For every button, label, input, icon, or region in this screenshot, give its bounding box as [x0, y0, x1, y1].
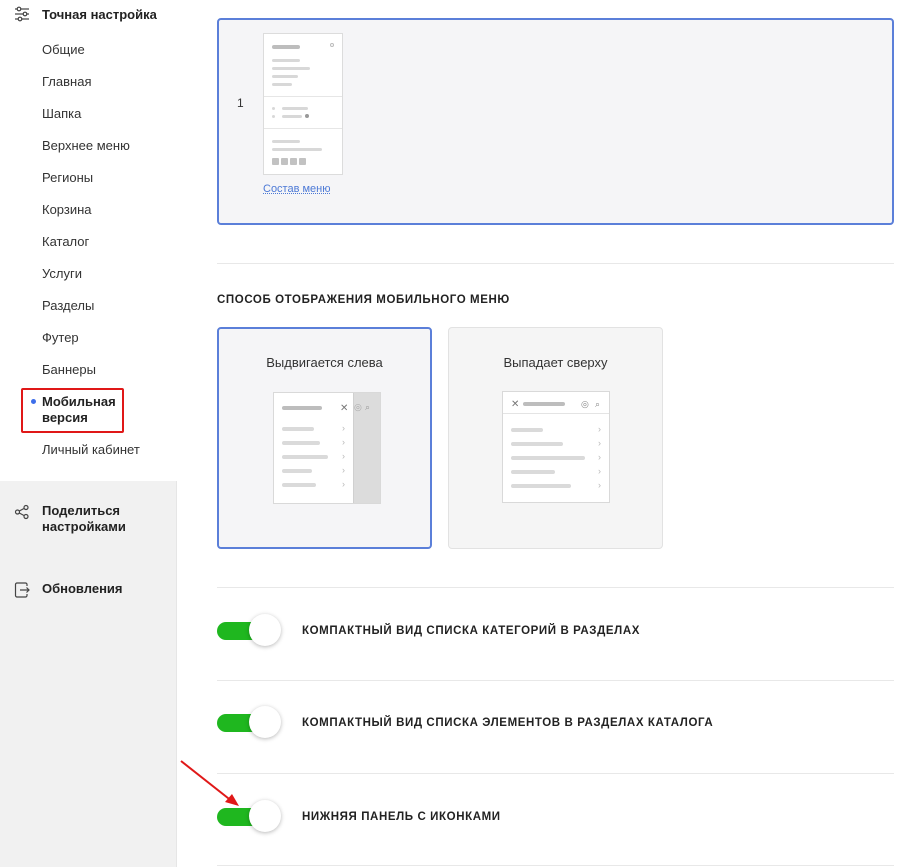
sidebar-item-main[interactable]: Главная	[42, 74, 91, 90]
annotation-arrow-icon	[180, 760, 239, 806]
menu-composition-link[interactable]: Состав меню	[263, 183, 331, 195]
option-slide-left-label: Выдвигается слева	[266, 355, 383, 370]
divider	[217, 263, 894, 264]
option-drop-top-label: Выпадает сверху	[503, 355, 608, 370]
sidebar-item-sections[interactable]: Разделы	[42, 298, 94, 314]
sidebar-item-regions[interactable]: Регионы	[42, 170, 93, 186]
sliders-icon	[15, 6, 29, 22]
sidebar-item-account[interactable]: Личный кабинет	[42, 442, 140, 458]
toggle-compact-categories[interactable]	[217, 614, 281, 648]
slide-left-preview: ✕ ◎ ⌕ › › › › ›	[273, 392, 381, 504]
sidebar-item-catalog[interactable]: Каталог	[42, 234, 89, 250]
updates-item[interactable]: Обновления	[14, 581, 152, 598]
toggle-knob	[249, 614, 281, 646]
highlight-box	[21, 388, 124, 433]
sidebar-item-cart[interactable]: Корзина	[42, 202, 92, 218]
menu-number: 1	[237, 96, 244, 110]
divider	[217, 680, 894, 681]
sidebar-heading[interactable]: Точная настройка	[14, 4, 157, 24]
sidebar-item-top-menu[interactable]: Верхнее меню	[42, 138, 130, 154]
toggle-compact-categories-label: КОМПАКТНЫЙ ВИД СПИСКА КАТЕГОРИЙ В РАЗДЕЛ…	[302, 625, 641, 637]
updates-icon	[14, 582, 30, 598]
mobile-menu-section-title: СПОСОБ ОТОБРАЖЕНИЯ МОБИЛЬНОГО МЕНЮ	[217, 294, 510, 306]
sidebar-item-general[interactable]: Общие	[42, 42, 85, 58]
share-icon	[14, 504, 29, 520]
toggle-knob	[249, 706, 281, 738]
toggle-knob	[249, 800, 281, 832]
drop-top-preview: ✕ ◎ ⌕ › › › › ›	[502, 391, 610, 503]
sidebar-item-banners[interactable]: Баннеры	[42, 362, 96, 378]
divider	[217, 865, 894, 866]
share-settings-label: Поделиться настройками	[42, 503, 126, 534]
toggle-compact-elements-label: КОМПАКТНЫЙ ВИД СПИСКА ЭЛЕМЕНТОВ В РАЗДЕЛ…	[302, 717, 714, 729]
sidebar-item-header[interactable]: Шапка	[42, 106, 81, 122]
sidebar-item-services[interactable]: Услуги	[42, 266, 82, 282]
menu-thumbnail	[263, 33, 343, 175]
divider	[217, 587, 894, 588]
option-drop-top[interactable]: Выпадает сверху ✕ ◎ ⌕ › › › › ›	[448, 327, 663, 549]
toggle-compact-elements[interactable]	[217, 706, 281, 740]
sidebar-heading-label: Точная настройка	[42, 6, 157, 22]
updates-label: Обновления	[42, 581, 123, 596]
option-slide-left[interactable]: Выдвигается слева ✕ ◎ ⌕ › › › › ›	[217, 327, 432, 549]
sidebar: Точная настройка Общие Главная Шапка Вер…	[0, 0, 177, 867]
toggle-bottom-icon-panel-label: НИЖНЯЯ ПАНЕЛЬ С ИКОНКАМИ	[302, 811, 501, 823]
sidebar-item-footer[interactable]: Футер	[42, 330, 79, 346]
share-settings-item[interactable]: Поделиться настройками	[14, 503, 152, 535]
sidebar-bottom-panel	[0, 481, 177, 867]
divider	[217, 773, 894, 774]
